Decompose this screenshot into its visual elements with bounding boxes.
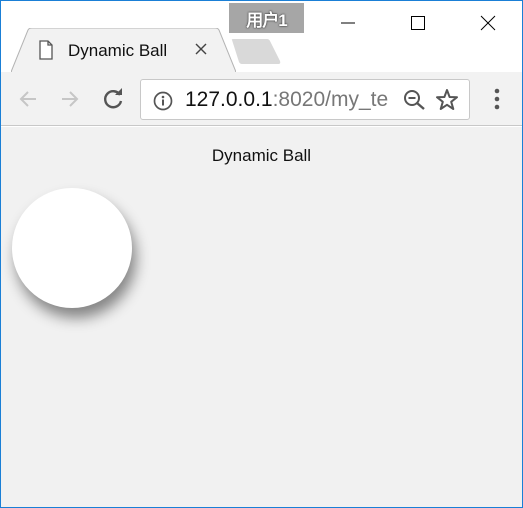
close-tab-button[interactable] (192, 40, 210, 58)
menu-button[interactable] (484, 86, 510, 112)
address-bar[interactable]: 127.0.0.1:8020/my_te (140, 79, 470, 120)
profile-badge[interactable]: 用户1 (229, 3, 304, 33)
dynamic-ball[interactable] (12, 188, 132, 308)
url-text[interactable]: 127.0.0.1:8020/my_te (185, 88, 397, 112)
browser-toolbar: 127.0.0.1:8020/my_te (1, 72, 522, 126)
star-icon[interactable] (435, 88, 459, 112)
forward-arrow-icon (62, 91, 79, 107)
back-arrow-icon (19, 91, 36, 107)
menu-dots-icon (494, 88, 500, 110)
back-button[interactable] (15, 86, 41, 112)
document-icon (39, 40, 53, 60)
page-content: Dynamic Ball (1, 127, 522, 507)
reload-button[interactable] (100, 86, 126, 112)
minimize-button[interactable] (325, 1, 371, 45)
maximize-button[interactable] (395, 1, 441, 45)
tab-title: Dynamic Ball (68, 41, 168, 60)
info-icon[interactable] (153, 91, 173, 111)
close-icon (480, 15, 496, 31)
url-path: :8020/my_te (272, 88, 389, 111)
zoom-out-icon[interactable] (403, 89, 427, 111)
url-host: 127.0.0.1 (185, 88, 273, 111)
minimize-icon (341, 22, 355, 24)
close-window-button[interactable] (465, 1, 511, 45)
title-bar: 用户1 Dynamic Ball (1, 1, 522, 73)
page-heading: Dynamic Ball (211, 146, 312, 165)
tab-dynamic-ball[interactable]: Dynamic Ball (11, 28, 236, 73)
new-tab-button[interactable] (230, 39, 282, 65)
reload-icon (104, 88, 123, 109)
maximize-icon (411, 16, 425, 30)
browser-window: 用户1 Dynamic Ball 127.0.0.1:8020/my_te Dy… (0, 0, 523, 508)
forward-button[interactable] (57, 86, 83, 112)
close-icon (195, 43, 207, 55)
